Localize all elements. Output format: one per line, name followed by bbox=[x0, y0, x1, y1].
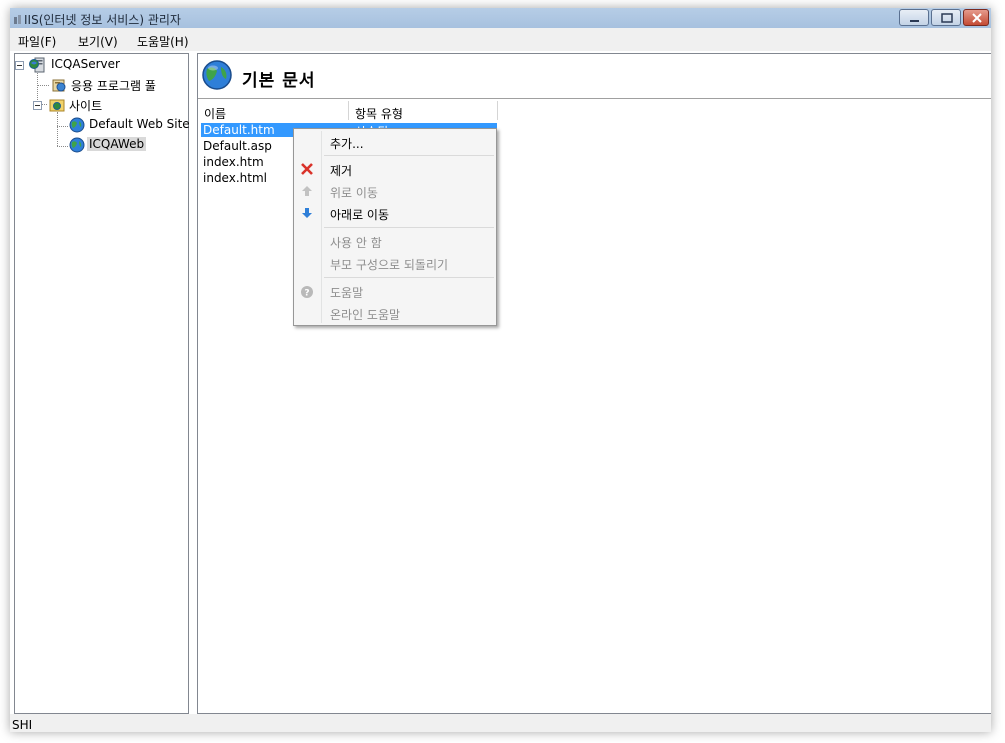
status-bar: SHI bbox=[10, 714, 991, 732]
menu-item-add[interactable]: 추가... bbox=[330, 135, 364, 152]
tree-node-sites[interactable]: 사이트 bbox=[49, 97, 139, 113]
column-header-entry-type[interactable]: 항목 유형 bbox=[355, 105, 403, 123]
menu-bar: 파일(F) 보기(V) 도움말(H) bbox=[10, 28, 991, 51]
remove-icon bbox=[301, 163, 313, 175]
connections-tree[interactable]: ICQAServer 응용 프로그램 풀 사이트 Default Web Sit… bbox=[14, 53, 190, 714]
tree-connector bbox=[57, 112, 58, 146]
default-document-globe-icon bbox=[202, 60, 232, 90]
menu-item-help[interactable]: 도움말 bbox=[330, 284, 363, 301]
close-icon bbox=[972, 13, 982, 23]
app-pools-icon bbox=[52, 79, 66, 92]
menu-separator bbox=[324, 155, 494, 156]
table-row-name[interactable]: Default.asp bbox=[203, 139, 272, 153]
tree-label-app-pools: 응용 프로그램 풀 bbox=[71, 79, 156, 93]
menu-gutter bbox=[321, 131, 322, 323]
menu-item-remove[interactable]: 제거 bbox=[330, 162, 352, 179]
tree-connector bbox=[57, 126, 68, 127]
context-menu: 추가... 제거 위로 이동 아래로 이동 사용 안 함 부모 구성으로 되돌리… bbox=[293, 128, 497, 326]
menu-help[interactable]: 도움말(H) bbox=[137, 33, 189, 50]
tree-node-server[interactable]: ICQAServer bbox=[29, 57, 139, 73]
svg-text:?: ? bbox=[304, 289, 309, 299]
collapse-server-toggle[interactable] bbox=[15, 61, 24, 70]
collapse-sites-toggle[interactable] bbox=[33, 101, 42, 110]
minimize-button[interactable] bbox=[899, 9, 929, 26]
server-icon bbox=[29, 57, 45, 73]
table-row-name[interactable]: index.html bbox=[203, 171, 267, 185]
window-title: IIS(인터넷 정보 서비스) 관리자 bbox=[24, 13, 181, 27]
table-row-name[interactable]: index.htm bbox=[203, 155, 264, 169]
menu-item-move-up[interactable]: 위로 이동 bbox=[330, 184, 378, 201]
column-divider[interactable] bbox=[348, 101, 349, 120]
tree-connector bbox=[57, 146, 68, 147]
tree-connector bbox=[37, 85, 49, 86]
iis-app-icon bbox=[14, 15, 21, 24]
menu-item-disable[interactable]: 사용 안 함 bbox=[330, 234, 382, 251]
close-button[interactable] bbox=[963, 9, 989, 26]
tree-node-icqaweb[interactable]: ICQAWeb bbox=[69, 137, 151, 153]
menu-item-online-help[interactable]: 온라인 도움말 bbox=[330, 306, 400, 323]
help-icon: ? bbox=[301, 286, 313, 299]
menu-separator bbox=[324, 277, 494, 278]
tree-node-app-pools[interactable]: 응용 프로그램 풀 bbox=[51, 77, 181, 93]
menu-separator bbox=[324, 227, 494, 228]
maximize-icon bbox=[941, 13, 953, 23]
tree-node-default-web-site[interactable]: Default Web Site bbox=[69, 117, 190, 133]
feature-header: 기본 문서 bbox=[198, 54, 991, 97]
menu-item-revert-to-parent[interactable]: 부모 구성으로 되돌리기 bbox=[330, 256, 448, 273]
globe-icon bbox=[69, 117, 85, 133]
move-up-icon bbox=[302, 186, 312, 196]
status-text: SHI bbox=[12, 718, 33, 732]
globe-icon bbox=[69, 137, 85, 153]
tree-label-icqaweb: ICQAWeb bbox=[87, 137, 147, 151]
menu-view[interactable]: 보기(V) bbox=[78, 33, 118, 50]
tree-label-server: ICQAServer bbox=[51, 57, 120, 71]
sites-folder-icon bbox=[49, 99, 65, 112]
tree-label-default-web-site: Default Web Site bbox=[89, 117, 190, 131]
title-bar[interactable]: IIS(인터넷 정보 서비스) 관리자 bbox=[10, 8, 991, 28]
header-divider bbox=[198, 98, 991, 99]
iis-manager-window: IIS(인터넷 정보 서비스) 관리자 파일(F) 보기(V) 도움말(H) I… bbox=[10, 8, 991, 732]
minimize-icon bbox=[910, 20, 919, 22]
menu-item-move-down[interactable]: 아래로 이동 bbox=[330, 206, 389, 223]
table-row-name[interactable]: Default.htm bbox=[203, 123, 275, 137]
page-title: 기본 문서 bbox=[242, 71, 316, 91]
maximize-button[interactable] bbox=[931, 9, 961, 26]
column-header-name[interactable]: 이름 bbox=[204, 105, 226, 123]
tree-label-sites: 사이트 bbox=[69, 99, 103, 113]
move-down-icon bbox=[302, 208, 312, 218]
column-divider[interactable] bbox=[497, 101, 498, 120]
menu-file[interactable]: 파일(F) bbox=[18, 33, 56, 50]
